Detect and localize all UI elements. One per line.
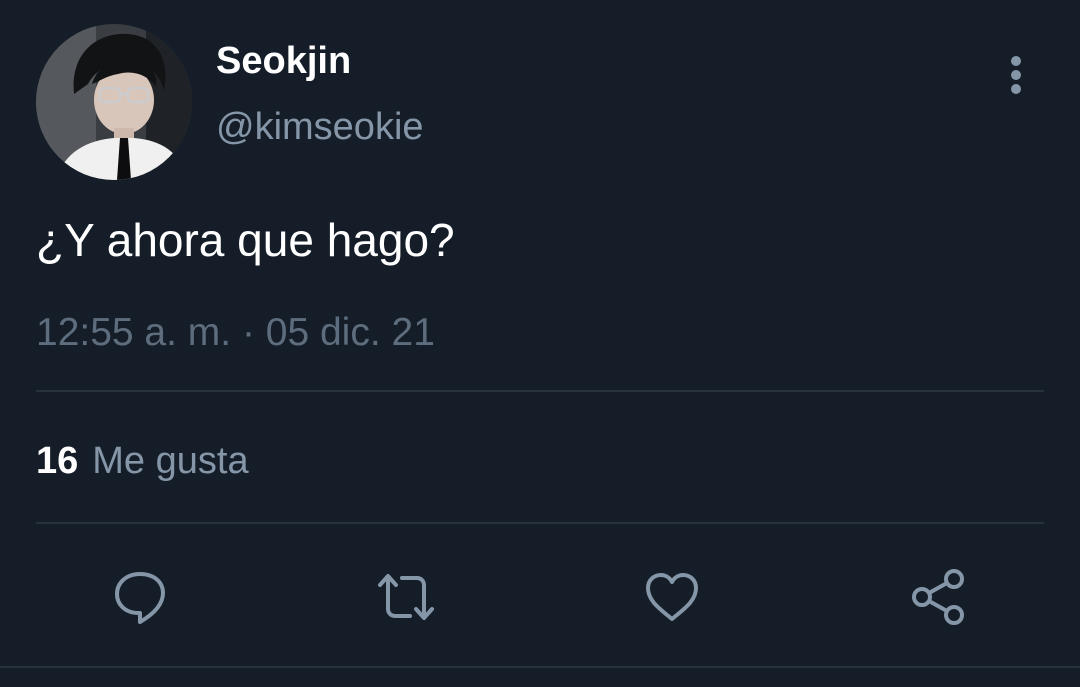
like-button[interactable] <box>640 565 704 629</box>
more-vertical-icon-dot <box>1011 84 1021 94</box>
likes-stat[interactable]: 16 Me gusta <box>36 436 249 486</box>
divider <box>36 522 1044 524</box>
author-display-name[interactable]: Seokjin <box>216 38 351 84</box>
more-vertical-icon-dot <box>1011 70 1021 80</box>
more-options-button[interactable] <box>996 52 1036 98</box>
author-handle[interactable]: @kimseokie <box>216 104 424 150</box>
reply-button[interactable] <box>108 565 172 629</box>
retweet-button[interactable] <box>374 565 438 629</box>
likes-label: Me gusta <box>92 440 249 482</box>
tweet-detail: Seokjin @kimseokie ¿Y ahora que hago? 12… <box>0 0 1080 687</box>
reply-icon <box>115 572 165 624</box>
avatar-photo <box>36 24 192 180</box>
divider <box>36 390 1044 392</box>
likes-count: 16 <box>36 440 79 482</box>
heart-icon <box>646 573 698 621</box>
share-button[interactable] <box>906 565 970 629</box>
avatar[interactable] <box>36 24 192 180</box>
divider <box>0 666 1080 668</box>
tweet-text: ¿Y ahora que hago? <box>36 214 455 266</box>
tweet-timestamp[interactable]: 12:55 a. m. · 05 dic. 21 <box>36 308 435 358</box>
retweet-icon <box>378 574 434 620</box>
more-vertical-icon <box>1011 56 1021 66</box>
share-icon <box>912 569 964 625</box>
